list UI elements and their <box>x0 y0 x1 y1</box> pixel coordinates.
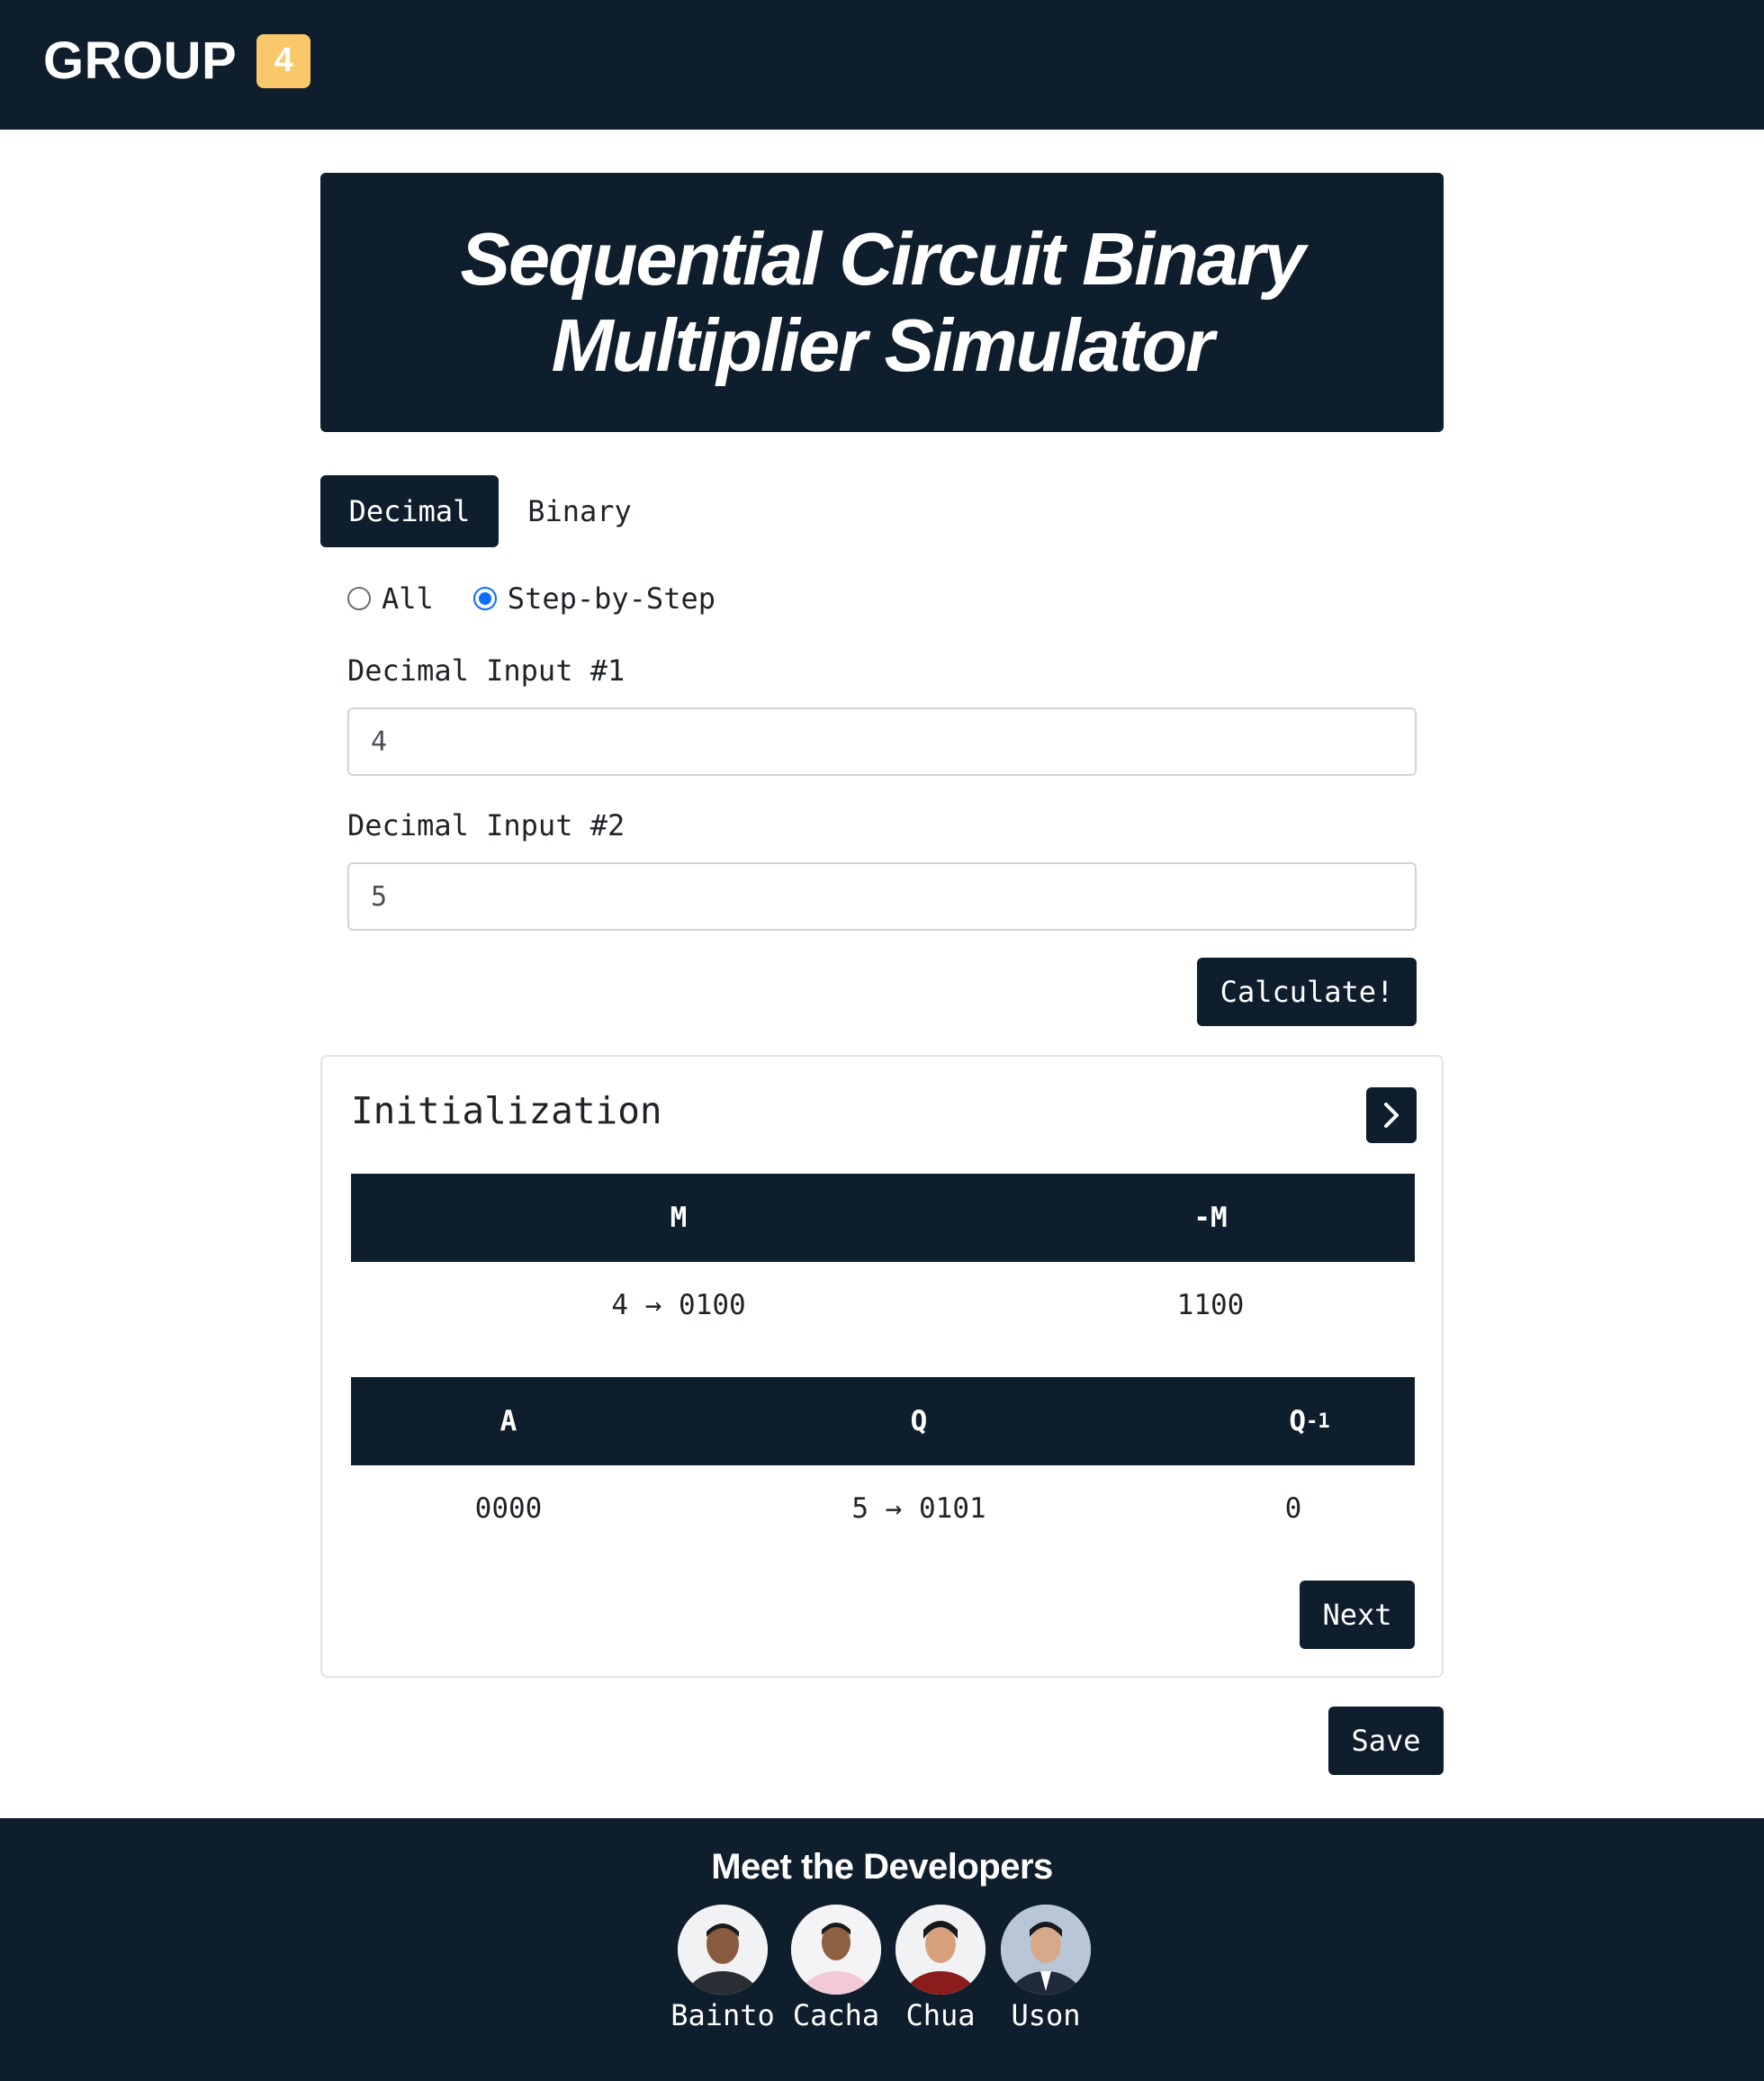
decimal-input-2-label: Decimal Input #2 <box>347 808 626 842</box>
developer-name: Uson <box>1011 1998 1081 2032</box>
cell-neg-m-value: 1100 <box>1176 1289 1245 1321</box>
save-button[interactable]: Save <box>1328 1707 1444 1775</box>
calculate-button[interactable]: Calculate! <box>1197 958 1417 1026</box>
decimal-input-2-value: 5 <box>371 880 388 913</box>
page-title: Sequential Circuit Binary Multiplier Sim… <box>460 217 1305 387</box>
header-q-minus-1: Q -1 <box>1289 1377 1329 1465</box>
avatar <box>678 1905 768 1995</box>
chevron-right-icon <box>1384 1103 1399 1128</box>
decimal-input-1-value: 4 <box>371 725 388 758</box>
footer: Meet the Developers Bainto Cacha Chua Us… <box>0 1818 1764 2081</box>
header-m: M <box>670 1202 688 1234</box>
brand-logo[interactable]: GROUP 4 <box>43 31 311 91</box>
header-neg-m: -M <box>1193 1202 1228 1234</box>
navbar: GROUP 4 <box>0 0 1764 130</box>
decimal-input-1-label: Decimal Input #1 <box>347 653 626 688</box>
avatar <box>896 1905 986 1995</box>
decimal-input-1[interactable]: 4 <box>347 707 1417 776</box>
radio-all-label[interactable]: All <box>382 581 434 616</box>
tab-binary[interactable]: Binary <box>499 475 661 547</box>
header-q-minus-1-base: Q <box>1289 1405 1307 1437</box>
table-m-header: M -M <box>351 1174 1415 1262</box>
radio-step-by-step-label[interactable]: Step-by-Step <box>508 581 716 616</box>
tab-decimal[interactable]: Decimal <box>320 475 499 547</box>
header-q: Q <box>910 1405 928 1437</box>
cell-m-value: 4 → 0100 <box>611 1289 746 1321</box>
radio-step-by-step[interactable] <box>472 587 497 610</box>
cell-q-minus-1-value: 0 <box>1284 1492 1302 1525</box>
decimal-input-2[interactable]: 5 <box>347 862 1417 931</box>
developer-card: Bainto <box>660 1905 786 2032</box>
header-a: A <box>500 1405 518 1437</box>
developer-name: Bainto <box>670 1998 775 2032</box>
avatar <box>791 1905 881 1995</box>
cell-a-value: 0000 <box>474 1492 543 1525</box>
next-step-chevron-button[interactable] <box>1366 1087 1417 1143</box>
hero-banner: Sequential Circuit Binary Multiplier Sim… <box>320 173 1444 432</box>
table-aq-header: A Q Q -1 <box>351 1377 1415 1465</box>
brand-badge: 4 <box>256 33 311 88</box>
next-button[interactable]: Next <box>1300 1581 1415 1649</box>
step-title: Initialization <box>351 1089 662 1132</box>
cell-q-value: 5 → 0101 <box>851 1492 986 1525</box>
step-card: Initialization M -M 4 → 0100 1100 A Q Q-… <box>320 1055 1444 1678</box>
footer-title: Meet the Developers <box>711 1847 1053 1887</box>
developer-card: Uson <box>983 1905 1109 2032</box>
mode-radio-group: All Step-by-Step <box>347 581 716 616</box>
radio-all[interactable] <box>347 587 371 610</box>
avatar <box>1001 1905 1091 1995</box>
brand-text: GROUP <box>43 32 238 90</box>
header-q-minus-1-subscript: -1 <box>1306 1410 1330 1433</box>
